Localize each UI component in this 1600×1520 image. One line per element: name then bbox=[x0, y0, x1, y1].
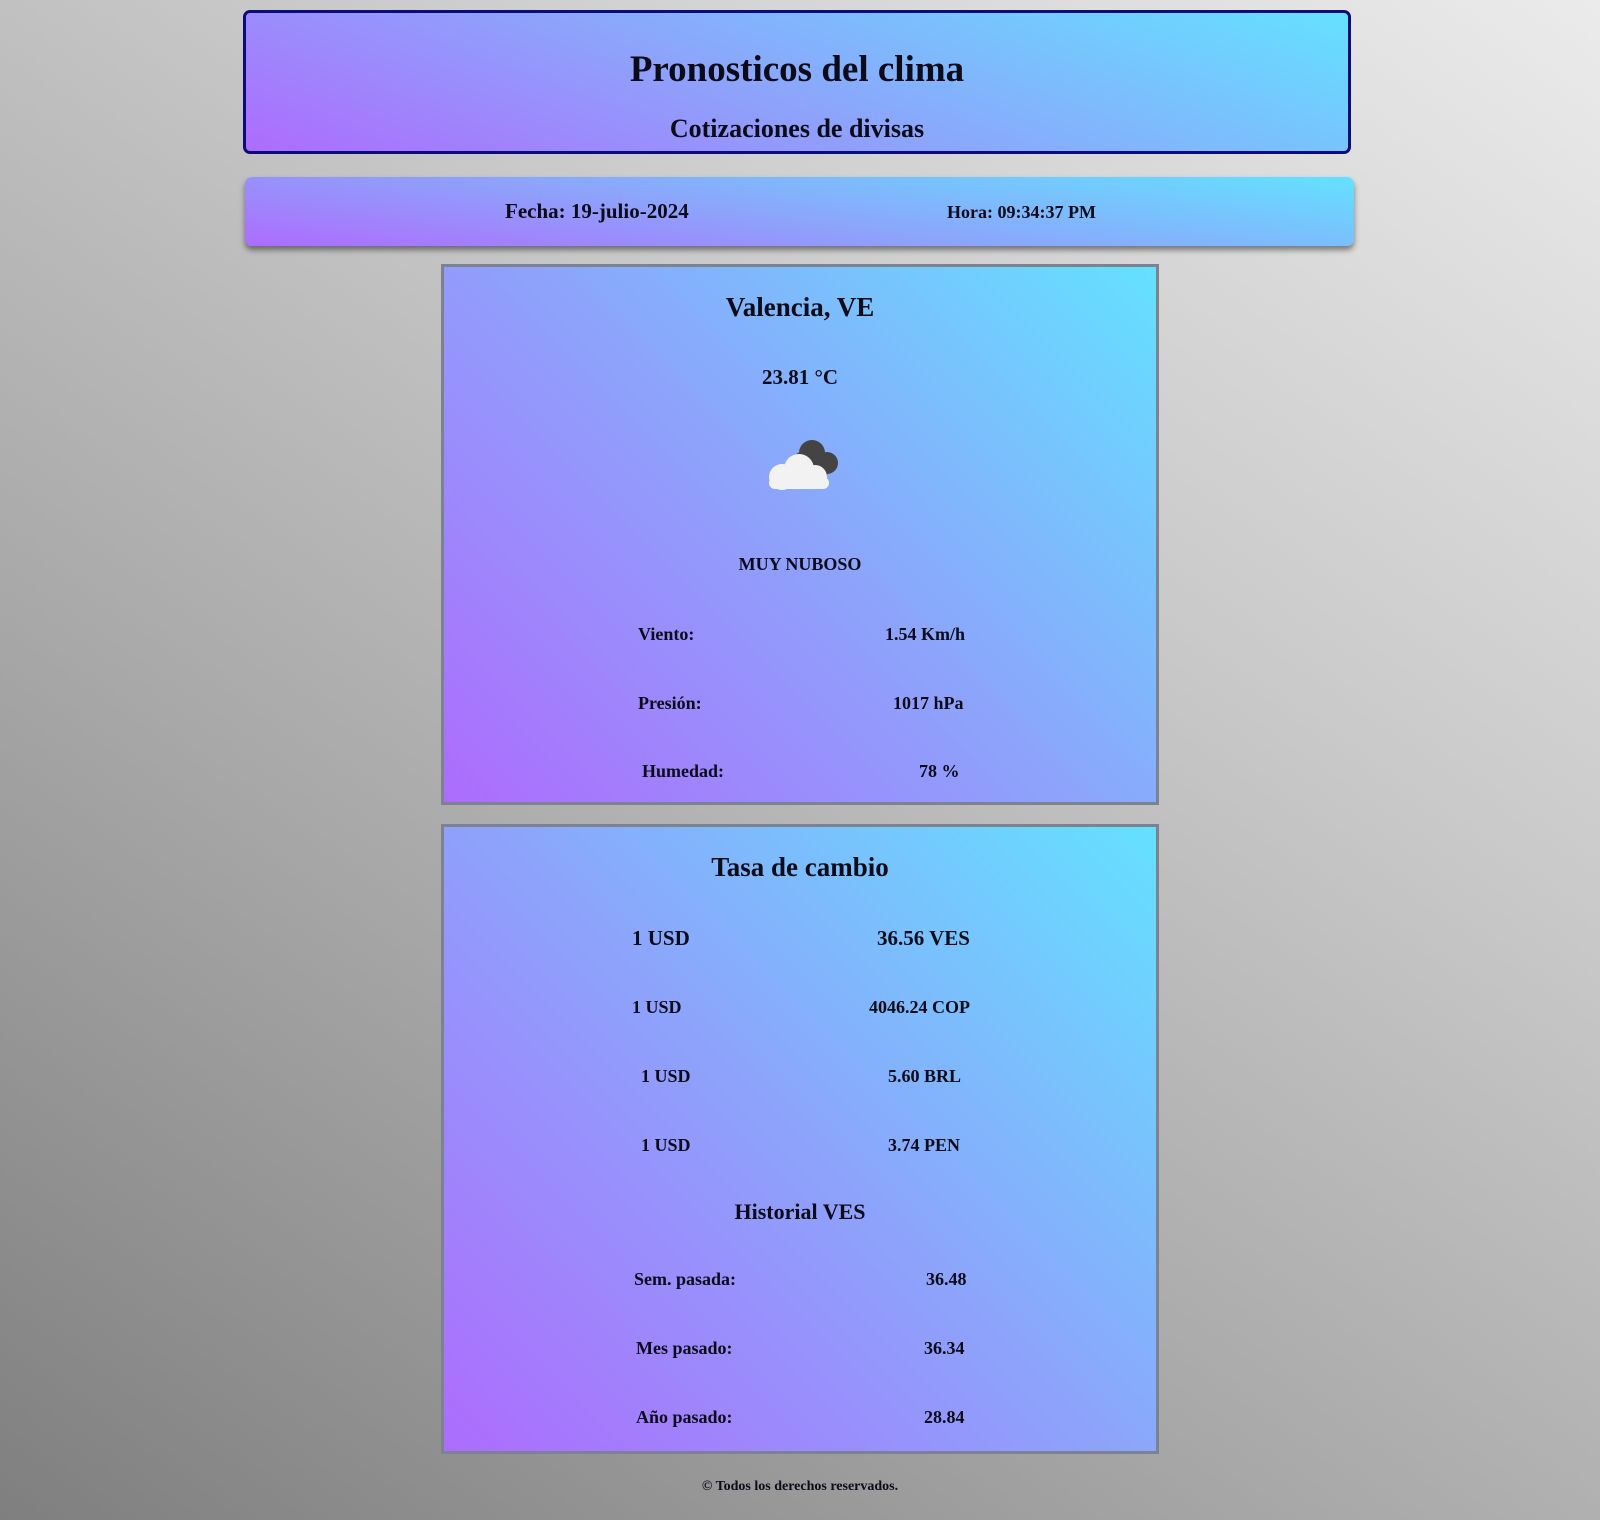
wind-value: 1.54 Km/h bbox=[885, 624, 966, 644]
history-month-value: 36.34 bbox=[924, 1338, 965, 1358]
footer-copyright: © Todos los derechos reservados. bbox=[701, 1479, 899, 1494]
rate-value-pen: 3.74 PEN bbox=[888, 1135, 960, 1155]
cloudy-icon bbox=[762, 437, 844, 493]
history-week-label: Sem. pasada: bbox=[634, 1269, 737, 1289]
history-month-label: Mes pasado: bbox=[636, 1338, 733, 1358]
rate-value-cop: 4046.24 COP bbox=[869, 997, 970, 1017]
weather-condition: MUY NUBOSO bbox=[738, 554, 862, 574]
history-week-value: 36.48 bbox=[926, 1269, 967, 1289]
rate-value-ves: 36.56 VES bbox=[877, 926, 970, 950]
page-title: Pronosticos del clima bbox=[629, 49, 965, 90]
pressure-label: Presión: bbox=[638, 693, 702, 713]
rate-base-pen: 1 USD bbox=[641, 1135, 691, 1155]
temperature-value: 23.81 °C bbox=[761, 365, 839, 389]
rate-value-brl: 5.60 BRL bbox=[888, 1066, 962, 1086]
exchange-rate-card: Tasa de cambio 1 USD 36.56 VES 1 USD 404… bbox=[441, 824, 1159, 1454]
weather-card: Valencia, VE 23.81 °C MUY NUBOSO Viento:… bbox=[441, 264, 1159, 805]
datetime-bar: Fecha: 19-julio-2024 Hora: 09:34:37 PM bbox=[245, 177, 1354, 246]
humidity-value: 78 % bbox=[919, 761, 960, 781]
page-subtitle: Cotizaciones de divisas bbox=[669, 114, 925, 143]
history-year-label: Año pasado: bbox=[636, 1407, 733, 1427]
site-header: Pronosticos del clima Cotizaciones de di… bbox=[243, 10, 1351, 154]
pressure-value: 1017 hPa bbox=[893, 693, 964, 713]
rate-base-brl: 1 USD bbox=[641, 1066, 691, 1086]
history-year-value: 28.84 bbox=[924, 1407, 965, 1427]
humidity-label: Humedad: bbox=[642, 761, 725, 781]
time-label: Hora: 09:34:37 PM bbox=[947, 202, 1096, 222]
rates-title: Tasa de cambio bbox=[711, 852, 889, 882]
rate-base-ves: 1 USD bbox=[632, 926, 690, 950]
history-title: Historial VES bbox=[734, 1199, 866, 1224]
city-name: Valencia, VE bbox=[725, 292, 875, 322]
wind-label: Viento: bbox=[638, 624, 695, 644]
rate-base-cop: 1 USD bbox=[632, 997, 682, 1017]
date-label: Fecha: 19-julio-2024 bbox=[505, 199, 689, 223]
